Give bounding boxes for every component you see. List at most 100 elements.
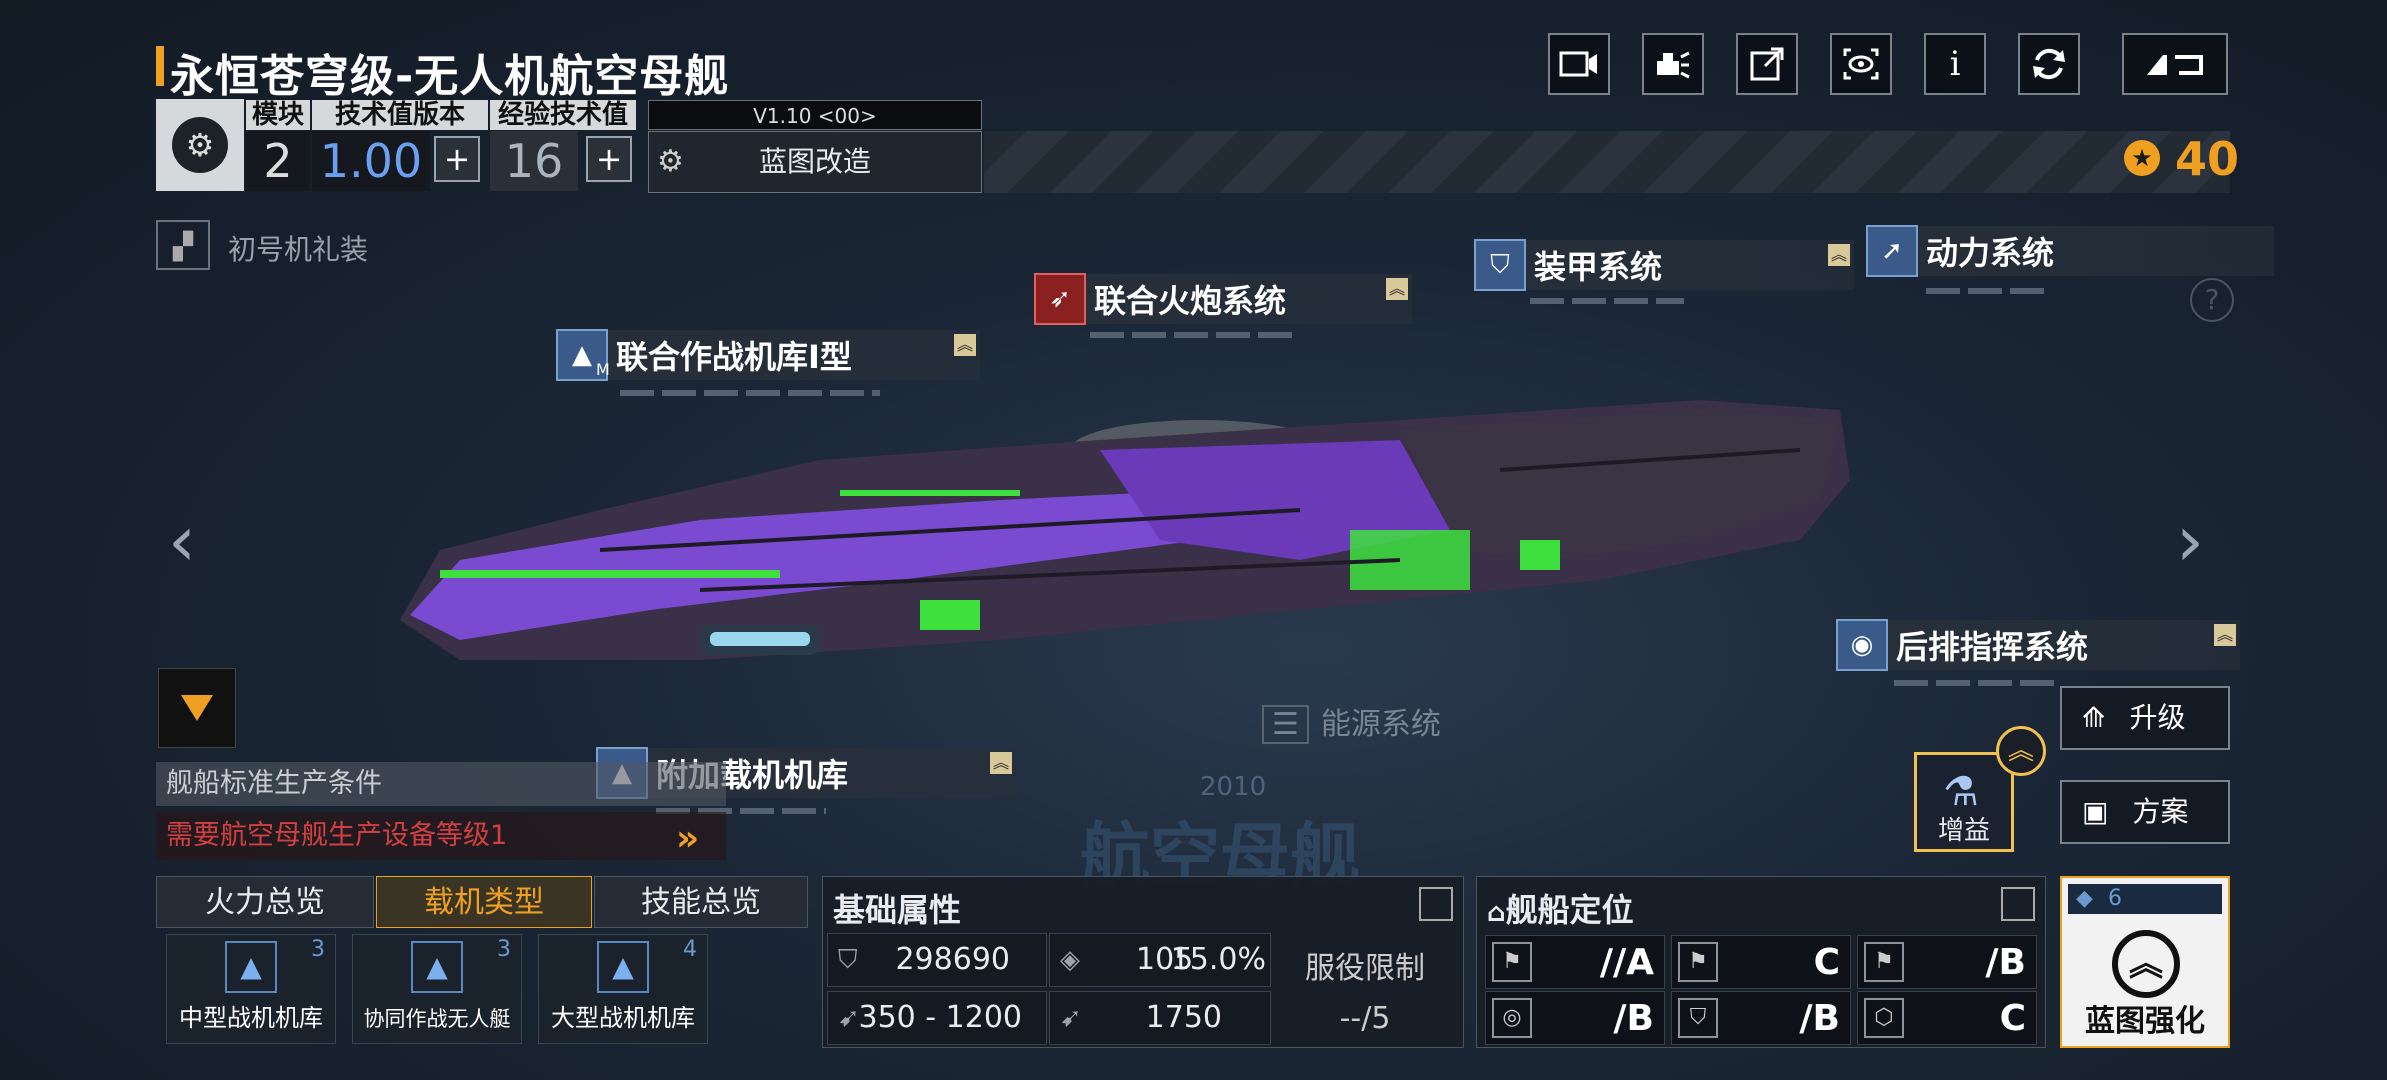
system-artillery[interactable]: ➶ 联合火炮系统 ︽	[1034, 273, 1412, 325]
module-icon-box[interactable]: ⚙	[156, 99, 244, 191]
view-button[interactable]	[1830, 33, 1892, 95]
grade-value: /B	[1613, 998, 1654, 1039]
buff-upgrade-icon[interactable]: ︽	[1996, 726, 2046, 776]
grade-value: //A	[1599, 942, 1654, 983]
blueprint-mod-button[interactable]: ⚙ 蓝图改造	[648, 131, 982, 193]
grade-cell: ◎ /B	[1485, 991, 1665, 1045]
title-accent-bar	[156, 46, 164, 86]
system-name: 装甲系统	[1534, 248, 1663, 286]
blueprint-mod-label: 蓝图改造	[758, 145, 871, 178]
dropdown-button[interactable]	[158, 668, 236, 748]
speed-cell: ➹ 350 - 1200	[827, 991, 1047, 1045]
background-year: 2010	[1200, 772, 1267, 802]
chevron-right-icon: »	[676, 818, 700, 859]
carrier-name: 大型战机机库	[551, 1004, 695, 1032]
back-icon	[2147, 55, 2203, 75]
upgrade-label: 升级	[2129, 701, 2186, 734]
power-level-dashes	[1926, 288, 2050, 294]
version-label: V1.10 <00>	[648, 100, 982, 130]
next-ship-arrow-icon[interactable]: ›	[2176, 500, 2204, 582]
carrier-name: 协同作战无人艇	[363, 1007, 511, 1031]
refresh-button[interactable]	[2018, 33, 2080, 95]
back-button[interactable]	[2122, 33, 2228, 95]
system-armor[interactable]: ⛉ 装甲系统 ︽	[1474, 239, 1854, 291]
plan-label: 方案	[2132, 795, 2189, 828]
ship-model[interactable]	[400, 390, 1860, 690]
expand-icon[interactable]	[2001, 887, 2035, 921]
carrier-item[interactable]: ▲ 3 协同作战无人艇	[352, 934, 522, 1044]
hp-value: 298690	[895, 942, 1010, 977]
info-icon: i	[1949, 44, 1961, 84]
system-power[interactable]: ➚ 动力系统	[1866, 225, 2274, 277]
expand-icon[interactable]	[1419, 887, 1453, 921]
share-button[interactable]	[1736, 33, 1798, 95]
skin-icon	[1657, 51, 1690, 79]
production-requirement: 需要航空母舰生产设备等级1	[156, 812, 726, 860]
skin-outfit-icon[interactable]: ▞	[156, 220, 210, 270]
camera-button[interactable]	[1548, 33, 1610, 95]
large-hangar-icon: ▲	[597, 941, 649, 993]
tech-value: 1.00	[312, 131, 430, 191]
skin-button[interactable]	[1642, 33, 1704, 95]
double-chevron-up-icon: ︽	[2112, 930, 2180, 998]
system-name: 后排指挥系统	[1896, 628, 2089, 666]
system-rear-command[interactable]: ◉ 后排指挥系统 ︽	[1836, 619, 2240, 671]
skin-label[interactable]: 初号机礼装	[228, 228, 368, 268]
system-name: 动力系统	[1926, 234, 2055, 272]
wrench-gear-icon: ⚙	[657, 144, 684, 179]
warp-value: 1750	[1145, 1000, 1222, 1035]
blueprint-enhance-button[interactable]: 6 ◆ ︽ 蓝图强化	[2060, 876, 2230, 1048]
exp-tech-label: 经验技术值	[490, 100, 636, 130]
ship-positioning-panel: ⌂舰船定位 ⚑//A ⚑ C ⚑/B ◎/B ⛉/B ⬡ C	[1476, 876, 2046, 1048]
shield-icon: ⛉	[838, 945, 858, 975]
hexagon-icon: ⬡	[1864, 998, 1904, 1038]
upgrade-arrow-icon: ︽	[1386, 278, 1408, 300]
upgrade-button[interactable]: ⟰ 升级	[2060, 686, 2230, 750]
service-label: 服役限制	[1305, 951, 1425, 986]
upgrade-arrow-icon: ︽	[2214, 624, 2236, 646]
blueprint-enhance-label: 蓝图强化	[2085, 1004, 2205, 1039]
system-name: 联合火炮系统	[1094, 282, 1287, 320]
tab-firepower[interactable]: 火力总览	[156, 876, 374, 928]
overview-tabs-panel: 火力总览 载机类型 技能总览 ▲ 3 中型战机机库 ▲ 3 协同作战无人艇 ▲ …	[156, 876, 808, 1048]
system-name: 联合作战机库Ⅰ型	[616, 338, 852, 376]
armor-level-dashes	[1530, 298, 1684, 304]
upgrade-arrow-icon: ︽	[1828, 244, 1850, 266]
grade-cell: ⚑ //A	[1485, 935, 1665, 989]
missile-icon: ➶	[1034, 273, 1086, 325]
thruster-icon: ➚	[1866, 225, 1918, 277]
grade-value: /B	[1985, 942, 2026, 983]
grade-value: C	[1999, 998, 2026, 1039]
carrier-item[interactable]: ▲ 4 大型战机机库	[538, 934, 708, 1044]
drone-boat-icon: ▲	[411, 941, 463, 993]
blueprint-gem-icon: ◆	[2076, 886, 2093, 911]
grade-value: /B	[1799, 998, 1840, 1039]
buff-button[interactable]: ⚗ 增益	[1914, 752, 2014, 852]
tab-carrier-type[interactable]: 载机类型	[376, 876, 592, 928]
system-hangar1[interactable]: ▲ M 联合作战机库Ⅰ型 ︽	[556, 329, 980, 381]
attributes-header: 基础属性	[833, 891, 962, 929]
system-name: 能源系统	[1320, 707, 1441, 742]
warp-icon: ➹	[1060, 1003, 1082, 1033]
carrier-item[interactable]: ▲ 3 中型战机机库	[166, 934, 336, 1044]
shield-icon: ⛉	[1474, 239, 1526, 291]
grade-value: C	[1813, 942, 1840, 983]
production-condition-header: 舰船标准生产条件	[156, 762, 726, 806]
plan-button[interactable]: ▣ 方案	[2060, 780, 2230, 844]
tab-skills[interactable]: 技能总览	[594, 876, 808, 928]
tech-plus-button[interactable]: +	[434, 136, 480, 182]
buff-label: 增益	[1937, 816, 1990, 846]
info-button[interactable]: i	[1924, 33, 1986, 95]
help-icon[interactable]: ?	[2190, 278, 2234, 322]
system-energy[interactable]: ☰ 能源系统	[1262, 700, 1642, 750]
carrier-count: 4	[683, 937, 697, 962]
module-label: 模块	[246, 100, 310, 130]
buff-icon: ⚗	[1943, 769, 1979, 815]
warp-cell: ➹ 1750	[1049, 991, 1271, 1045]
prev-ship-arrow-icon[interactable]: ‹	[168, 500, 196, 582]
speed-icon: ➹	[838, 1003, 860, 1033]
shield-icon: ⛉	[1678, 998, 1718, 1038]
lock-icon: ⌂	[1487, 898, 1506, 928]
exp-plus-button[interactable]: +	[586, 136, 632, 182]
base-attributes-panel: 基础属性 ⛉ 298690 ◈ 105 15.0% ➹ 350 - 1200 ➹…	[822, 876, 1464, 1048]
